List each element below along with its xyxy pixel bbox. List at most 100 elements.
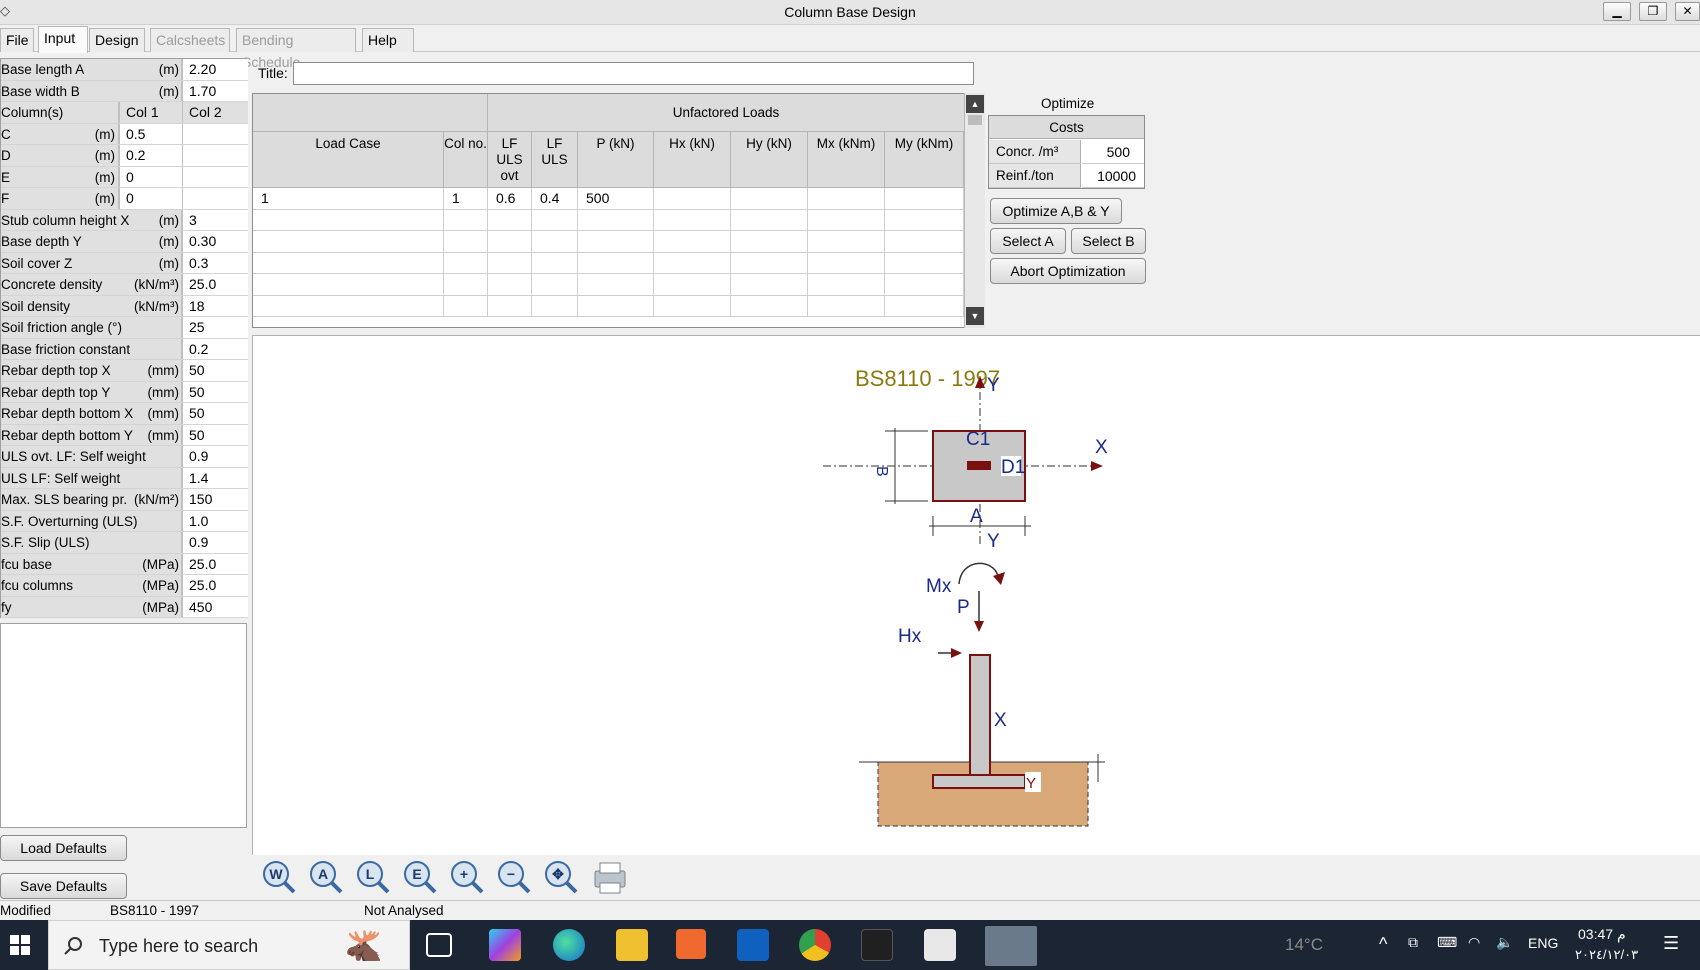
loads-cell[interactable] xyxy=(731,188,808,210)
wifi-icon[interactable]: ◠ xyxy=(1468,934,1480,951)
restore-button[interactable]: ❐ xyxy=(1639,2,1667,21)
loads-cell[interactable]: 500 xyxy=(578,188,654,210)
loads-cell[interactable] xyxy=(654,252,731,274)
param-value[interactable]: 0.3 xyxy=(182,252,248,273)
param-value[interactable]: 0.9 xyxy=(182,532,248,553)
loads-cell[interactable] xyxy=(488,231,532,253)
loads-cell[interactable] xyxy=(808,209,885,231)
close-button[interactable]: ✕ xyxy=(1675,2,1700,21)
loads-cell[interactable] xyxy=(532,295,578,317)
reinforcement-cost-value[interactable]: 10000 xyxy=(1082,164,1144,188)
loads-cell[interactable] xyxy=(578,231,654,253)
param-value[interactable]: 1.0 xyxy=(182,510,248,531)
loads-cell[interactable] xyxy=(654,231,731,253)
scroll-down-icon[interactable]: ▼ xyxy=(966,307,984,325)
loads-cell[interactable] xyxy=(885,274,964,296)
param-value[interactable]: 0.9 xyxy=(182,446,248,467)
loads-cell[interactable] xyxy=(654,209,731,231)
param-value[interactable]: 450 xyxy=(182,596,248,617)
param-value-col2[interactable] xyxy=(182,166,248,187)
param-value[interactable]: 25 xyxy=(182,317,248,338)
loads-cell[interactable] xyxy=(532,209,578,231)
tab-input[interactable]: Input xyxy=(38,26,88,53)
loads-cell[interactable] xyxy=(444,252,488,274)
param-value[interactable]: 150 xyxy=(182,489,248,510)
weather-temp[interactable]: 14°C xyxy=(1285,935,1323,955)
loads-cell[interactable]: 1 xyxy=(444,188,488,210)
app-icon-dark[interactable] xyxy=(861,929,893,961)
loads-cell[interactable] xyxy=(885,295,964,317)
loads-cell[interactable] xyxy=(532,252,578,274)
param-value[interactable]: 25.0 xyxy=(182,575,248,596)
loads-cell[interactable] xyxy=(488,209,532,231)
loads-cell[interactable] xyxy=(488,274,532,296)
loads-cell[interactable] xyxy=(444,295,488,317)
volume-icon[interactable]: 🔈 xyxy=(1496,934,1513,951)
loads-cell[interactable] xyxy=(578,274,654,296)
param-value[interactable]: 1.70 xyxy=(182,80,248,101)
zoom-window-icon[interactable]: W xyxy=(260,859,302,895)
loads-cell[interactable] xyxy=(808,252,885,274)
param-value-col1[interactable]: 0.2 xyxy=(119,145,182,166)
save-defaults-button[interactable]: Save Defaults xyxy=(0,873,127,899)
loads-cell[interactable] xyxy=(253,231,444,253)
tab-file[interactable]: File xyxy=(0,28,34,52)
loads-cell[interactable] xyxy=(444,231,488,253)
csc-app-icon[interactable] xyxy=(924,929,956,961)
param-value-col1[interactable]: 0 xyxy=(119,188,182,209)
drawing-canvas[interactable]: BS8110 - 1997 X Y C1 D1 A Y B Mx P Hx Y … xyxy=(252,335,1700,855)
loads-cell[interactable] xyxy=(578,252,654,274)
loads-cell[interactable] xyxy=(731,252,808,274)
pan-icon[interactable]: ✥ xyxy=(542,859,584,895)
loads-cell[interactable] xyxy=(532,274,578,296)
notifications-icon[interactable]: ☰ xyxy=(1663,933,1679,954)
title-input[interactable] xyxy=(293,62,974,85)
minimize-button[interactable]: ▁ xyxy=(1603,2,1631,21)
loads-cell[interactable] xyxy=(253,252,444,274)
microsoft-store-icon[interactable] xyxy=(676,929,706,959)
loads-cell[interactable] xyxy=(444,274,488,296)
scroll-up-icon[interactable]: ▲ xyxy=(966,95,984,113)
clock-date[interactable]: ٢٠٢٤/١٢/٠٣ xyxy=(1575,947,1638,963)
abort-optimization-button[interactable]: Abort Optimization xyxy=(990,258,1146,284)
load-defaults-button[interactable]: Load Defaults xyxy=(0,835,127,861)
chrome-icon[interactable] xyxy=(799,929,831,961)
loads-cell[interactable]: 0.6 xyxy=(488,188,532,210)
param-value[interactable]: 18 xyxy=(182,295,248,316)
loads-cell[interactable] xyxy=(731,209,808,231)
loads-cell[interactable] xyxy=(578,295,654,317)
param-value[interactable]: 25.0 xyxy=(182,553,248,574)
file-explorer-icon[interactable] xyxy=(616,929,648,961)
loads-cell[interactable] xyxy=(808,188,885,210)
param-value[interactable]: 3 xyxy=(182,209,248,230)
loads-cell[interactable] xyxy=(808,295,885,317)
param-value[interactable]: 2.20 xyxy=(182,59,248,80)
edge-icon[interactable] xyxy=(553,929,585,961)
loads-cell[interactable] xyxy=(731,274,808,296)
language-indicator[interactable]: ENG xyxy=(1528,935,1558,951)
param-value[interactable]: 50 xyxy=(182,360,248,381)
loads-cell[interactable] xyxy=(488,295,532,317)
param-value-col2[interactable] xyxy=(182,188,248,209)
loads-cell[interactable] xyxy=(253,295,444,317)
loads-cell[interactable] xyxy=(654,274,731,296)
param-value[interactable]: 1.4 xyxy=(182,467,248,488)
zoom-extents-icon[interactable]: E xyxy=(401,859,443,895)
meet-icon[interactable]: ⧉ xyxy=(1408,934,1418,951)
tab-bending-schedule[interactable]: Bending Schedule xyxy=(236,28,356,70)
windows-start-icon[interactable] xyxy=(10,935,30,955)
tab-design[interactable]: Design xyxy=(89,28,145,52)
loads-cell[interactable] xyxy=(731,231,808,253)
loads-cell[interactable] xyxy=(253,274,444,296)
loads-cell[interactable] xyxy=(885,188,964,210)
copilot-icon[interactable] xyxy=(489,929,521,961)
optimize-abY-button[interactable]: Optimize A,B & Y xyxy=(990,198,1122,224)
loads-cell[interactable] xyxy=(885,252,964,274)
clock-time[interactable]: 03:47 م xyxy=(1578,926,1626,943)
task-view-icon[interactable] xyxy=(426,933,452,957)
param-value[interactable]: 50 xyxy=(182,381,248,402)
param-value[interactable]: 0.30 xyxy=(182,231,248,252)
loads-cell[interactable] xyxy=(654,295,731,317)
taskbar-search-box[interactable]: Type here to search 🫎 xyxy=(48,920,410,970)
loads-cell[interactable] xyxy=(488,252,532,274)
